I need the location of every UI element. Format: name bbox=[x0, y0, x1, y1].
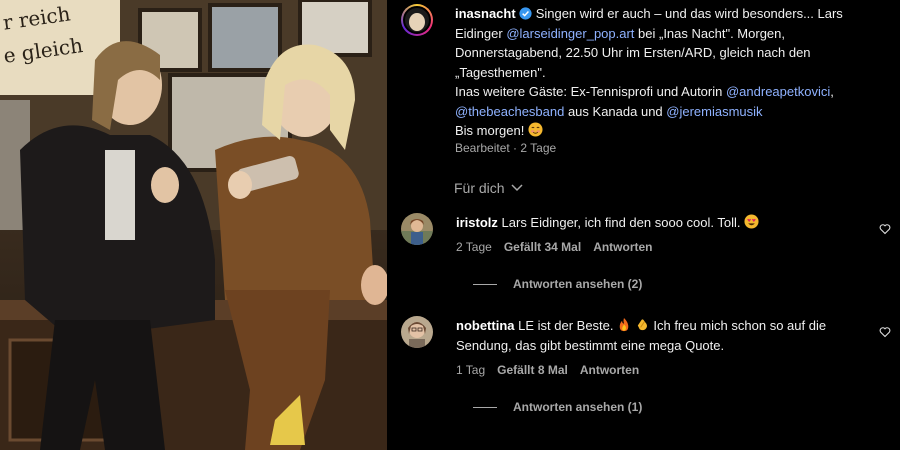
mention-andreapetkovici[interactable]: @andreapetkovici bbox=[726, 84, 830, 99]
comment-body: iristolz Lars Eidinger, ich find den soo… bbox=[456, 213, 866, 233]
author-username[interactable]: inasnacht bbox=[455, 6, 516, 21]
chevron-down-icon bbox=[511, 184, 523, 192]
photo-scene: r reich e gleich bbox=[0, 0, 387, 450]
avatar-face bbox=[409, 13, 425, 31]
clapping-hands-emoji-icon bbox=[637, 319, 647, 331]
commenter-avatar[interactable] bbox=[401, 213, 433, 245]
mention-jeremiasmusik[interactable]: @jeremiasmusik bbox=[666, 104, 762, 119]
caption-text-5: Bis morgen! bbox=[455, 123, 528, 138]
view-replies-label: Antworten ansehen (1) bbox=[513, 400, 643, 414]
replies-divider bbox=[473, 283, 497, 285]
like-heart-icon[interactable] bbox=[879, 223, 891, 235]
comment-text: LE ist der Beste. bbox=[518, 318, 618, 333]
comment-meta: 1 Tag Gefällt 8 Mal Antworten bbox=[456, 363, 639, 377]
mention-larseidinger[interactable]: @larseidinger_pop.art bbox=[506, 26, 634, 41]
commenter-username[interactable]: iristolz bbox=[456, 215, 498, 230]
fire-emoji-icon bbox=[619, 317, 629, 332]
comment-time: 2 Tage bbox=[456, 240, 492, 254]
mention-thebeachesband[interactable]: @thebeachesband bbox=[455, 104, 564, 119]
comment-meta: 2 Tage Gefällt 34 Mal Antworten bbox=[456, 240, 653, 254]
post-photo: r reich e gleich bbox=[0, 0, 387, 450]
sort-label: Für dich bbox=[454, 180, 505, 196]
view-replies-label: Antworten ansehen (2) bbox=[513, 277, 643, 291]
comment-likes[interactable]: Gefällt 34 Mal bbox=[504, 240, 581, 254]
post-detail-panel: inasnacht Singen wird er auch – und das w… bbox=[387, 0, 900, 450]
verified-badge-icon bbox=[519, 7, 532, 20]
post-caption: inasnacht Singen wird er auch – und das w… bbox=[455, 4, 887, 141]
commenter-username[interactable]: nobettina bbox=[456, 318, 515, 333]
comment-item: iristolz Lars Eidinger, ich find den soo… bbox=[401, 213, 891, 303]
comment-time: 1 Tag bbox=[456, 363, 486, 377]
caption-comma: , bbox=[830, 84, 834, 99]
smiling-emoji-icon bbox=[528, 122, 543, 137]
caption-text-3: Inas weitere Gäste: Ex-Tennisprofi und A… bbox=[455, 84, 726, 99]
comment-text: Lars Eidinger, ich find den sooo cool. T… bbox=[501, 215, 745, 230]
comment-body: nobettina LE ist der Beste. Ich freu mic… bbox=[456, 316, 866, 356]
comment-likes[interactable]: Gefällt 8 Mal bbox=[497, 363, 568, 377]
caption-text-4: aus Kanada und bbox=[564, 103, 667, 119]
commenter-avatar[interactable] bbox=[401, 316, 433, 348]
reply-button[interactable]: Antworten bbox=[593, 240, 652, 254]
replies-divider bbox=[473, 406, 497, 408]
author-avatar[interactable] bbox=[401, 4, 433, 36]
heart-eyes-emoji-icon bbox=[744, 214, 759, 229]
post-edited-time: Bearbeitet · 2 Tage bbox=[455, 141, 557, 155]
comment-item: nobettina LE ist der Beste. Ich freu mic… bbox=[401, 316, 891, 426]
reply-button[interactable]: Antworten bbox=[580, 363, 639, 377]
view-replies-button[interactable]: Antworten ansehen (1) bbox=[473, 400, 642, 414]
view-replies-button[interactable]: Antworten ansehen (2) bbox=[473, 277, 642, 291]
comment-sort-dropdown[interactable]: Für dich bbox=[454, 180, 523, 196]
like-heart-icon[interactable] bbox=[879, 326, 891, 338]
